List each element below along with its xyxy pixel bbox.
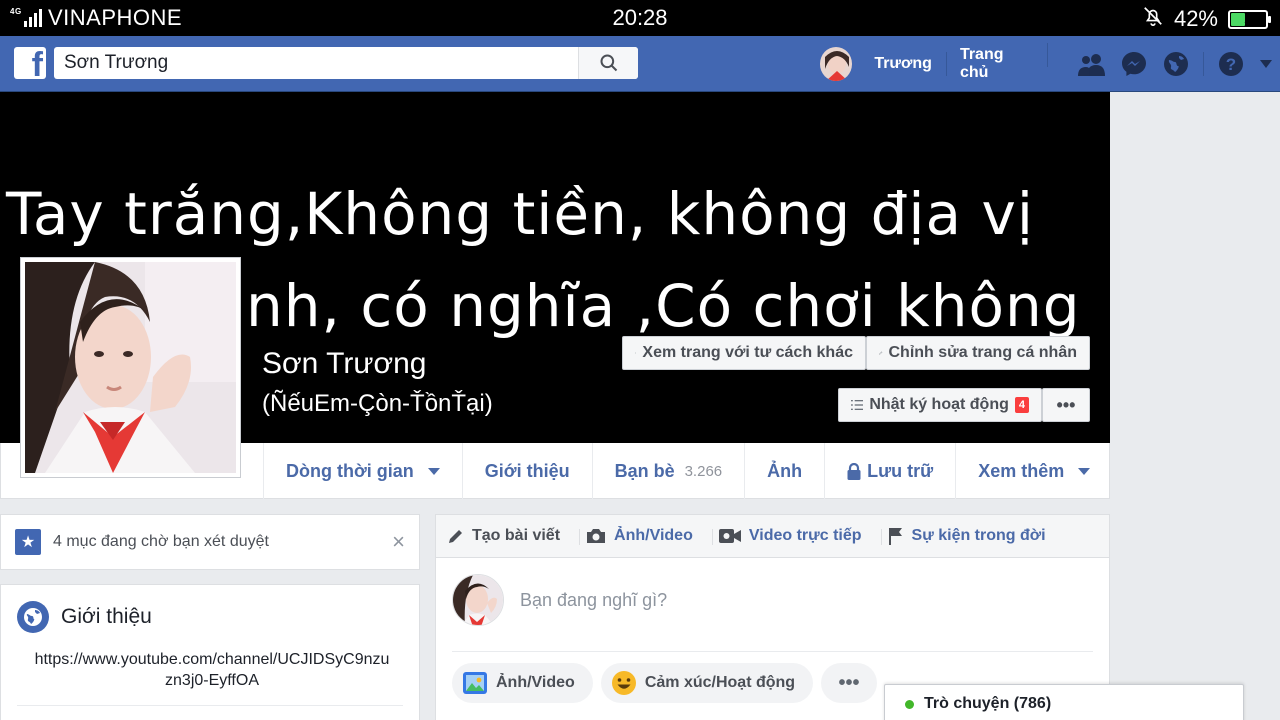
status-right: 42% ⚡ xyxy=(1142,5,1271,33)
composer-tab-life-event[interactable]: Sự kiện trong đời xyxy=(888,527,1060,545)
activity-log-badge: 4 xyxy=(1014,397,1029,413)
help-icon[interactable]: ? xyxy=(1210,44,1252,84)
chat-label: Trò chuyện (786) xyxy=(924,695,1052,712)
battery-percent: 42% xyxy=(1173,6,1218,31)
composer-tab-live-label: Video trực tiếp xyxy=(748,527,862,544)
eye-icon xyxy=(635,352,637,354)
search-icon xyxy=(600,54,617,72)
online-indicator xyxy=(905,699,914,709)
top-nav: Trương Trang chủ ? xyxy=(820,43,1280,84)
nav-profile-link[interactable]: Trương xyxy=(860,52,947,76)
close-icon[interactable]: × xyxy=(392,531,405,553)
search-input[interactable] xyxy=(54,47,578,79)
nav-home-link[interactable]: Trang chủ xyxy=(946,43,1048,82)
tab-about[interactable]: Giới thiệu xyxy=(461,443,592,499)
divider xyxy=(17,705,403,706)
nav-divider xyxy=(1202,52,1204,76)
tab-about-label: Giới thiệu xyxy=(484,460,570,481)
add-photo-video-label: Ảnh/Video xyxy=(496,674,575,691)
status-bar: 4G VINAPHONE 20:28 42% ⚡ xyxy=(0,0,1280,36)
chevron-down-icon xyxy=(427,467,440,475)
more-actions-button[interactable]: ••• xyxy=(821,663,878,703)
search-box xyxy=(54,47,638,79)
nav-avatar[interactable] xyxy=(820,47,853,81)
composer-tab-photo-video[interactable]: Ảnh/Video xyxy=(586,527,713,545)
avatar xyxy=(452,574,504,626)
tab-more-label: Xem thêm xyxy=(978,460,1065,481)
signal-icon: 4G xyxy=(10,7,42,27)
photo-icon xyxy=(463,672,487,694)
bell-off-icon xyxy=(1142,5,1164,33)
smiley-icon xyxy=(611,671,636,695)
composer-input[interactable]: Bạn đang nghĩ gì? xyxy=(520,590,667,611)
network-type: 4G xyxy=(10,7,22,16)
profile-alternate-name: (ÑếuEm-Çòn-ŤồnŤại) xyxy=(262,390,493,417)
globe-notifications-icon[interactable] xyxy=(1155,44,1197,84)
friend-requests-icon[interactable] xyxy=(1071,44,1113,84)
activity-log-button[interactable]: Nhật ký hoạt động 4 xyxy=(838,388,1042,422)
composer-tab-photo-label: Ảnh/Video xyxy=(614,527,693,544)
pending-review-banner[interactable]: ★ 4 mục đang chờ bạn xét duyệt × xyxy=(0,514,420,570)
add-photo-video-button[interactable]: Ảnh/Video xyxy=(452,663,593,703)
tab-photos[interactable]: Ảnh xyxy=(744,443,824,499)
pencil-icon xyxy=(879,351,883,355)
feeling-activity-label: Cảm xúc/Hoạt động xyxy=(644,674,796,691)
chat-sidebar-tab[interactable]: Trò chuyện (786) xyxy=(884,684,1244,720)
edit-profile-label: Chỉnh sửa trang cá nhân xyxy=(888,344,1078,361)
cover-text-line-1: Tay trắng,Không tiền, không địa vị xyxy=(6,180,1034,248)
list-icon xyxy=(851,400,864,410)
facebook-top-bar: f Trương Trang chủ ? xyxy=(0,36,1280,92)
pencil-icon xyxy=(449,530,462,543)
battery-charging-icon: ⚡ xyxy=(1228,9,1271,29)
cover-text-line-2: nh, có nghĩa ,Có chơi không xyxy=(246,272,1081,340)
activity-log-label: Nhật ký hoạt động xyxy=(869,396,1009,413)
globe-icon xyxy=(17,601,49,633)
tab-archive[interactable]: Lưu trữ xyxy=(824,443,955,499)
search-button[interactable] xyxy=(578,47,638,79)
tab-timeline[interactable]: Dòng thời gian xyxy=(263,443,462,499)
divider xyxy=(452,651,1093,652)
status-left: 4G VINAPHONE xyxy=(10,5,182,31)
view-as-button[interactable]: Xem trang với tư cách khác xyxy=(622,336,866,370)
facebook-logo-icon[interactable]: f xyxy=(14,47,46,79)
pending-review-text: 4 mục đang chờ bạn xét duyệt xyxy=(53,533,269,550)
camera-icon xyxy=(587,529,606,543)
tab-friends-label: Bạn bè xyxy=(614,460,675,481)
chevron-down-icon xyxy=(1078,467,1091,475)
tab-friends[interactable]: Bạn bè 3.266 xyxy=(591,443,745,499)
tab-timeline-label: Dòng thời gian xyxy=(286,460,414,481)
tab-photos-label: Ảnh xyxy=(767,460,803,481)
profile-picture[interactable] xyxy=(20,257,241,478)
composer-tab-event-label: Sự kiện trong đời xyxy=(911,527,1046,544)
composer-tab-create-post[interactable]: Tạo bài viết xyxy=(448,527,581,545)
flag-icon xyxy=(888,528,902,545)
more-options-button[interactable]: ••• xyxy=(1042,388,1090,422)
tab-archive-label: Lưu trữ xyxy=(867,460,934,481)
messenger-icon[interactable] xyxy=(1113,44,1155,84)
clock: 20:28 xyxy=(612,5,668,30)
video-camera-icon xyxy=(718,529,741,543)
composer-tab-live-video[interactable]: Video trực tiếp xyxy=(718,527,882,545)
feeling-activity-button[interactable]: Cảm xúc/Hoạt động xyxy=(600,663,814,703)
lock-icon xyxy=(847,462,861,480)
view-as-label: Xem trang với tư cách khác xyxy=(642,344,853,361)
friends-count: 3.266 xyxy=(684,462,723,480)
composer-tab-create-label: Tạo bài viết xyxy=(472,527,561,544)
svg-text:?: ? xyxy=(1225,55,1235,74)
carrier-name: VINAPHONE xyxy=(48,5,183,30)
intro-card: Giới thiệu https://www.youtube.com/chann… xyxy=(0,584,420,720)
caret-down-icon[interactable] xyxy=(1252,44,1280,84)
intro-title: Giới thiệu xyxy=(61,605,152,628)
tab-more[interactable]: Xem thêm xyxy=(955,443,1114,499)
edit-profile-button[interactable]: Chỉnh sửa trang cá nhân xyxy=(866,336,1090,370)
profile-name[interactable]: Sơn Trương xyxy=(262,347,427,381)
intro-youtube-link[interactable]: https://www.youtube.com/channel/UCJIDSyC… xyxy=(31,649,393,691)
star-icon: ★ xyxy=(15,529,41,555)
